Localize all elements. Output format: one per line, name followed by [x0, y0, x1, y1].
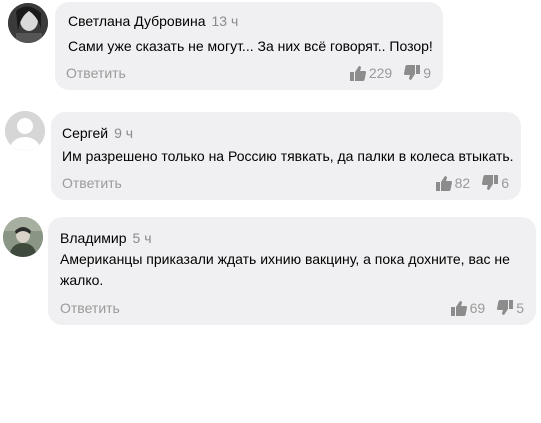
like-count: 82: [454, 175, 471, 191]
avatar[interactable]: [8, 3, 48, 43]
author-name[interactable]: Сергей: [62, 125, 108, 141]
reply-button[interactable]: Ответить: [62, 174, 122, 192]
reply-button[interactable]: Ответить: [66, 64, 126, 82]
comment-text: Им разрешено только на Россию тявкать, д…: [62, 148, 514, 164]
reply-button[interactable]: Ответить: [60, 299, 120, 317]
user-photo-icon: [3, 217, 43, 257]
thumbs-down-icon: [482, 175, 499, 190]
comment-header: Владимир 5 ч: [60, 229, 152, 247]
dislike-count: 5: [516, 300, 524, 316]
comment-time: 9 ч: [114, 125, 134, 141]
thumbs-up-icon: [450, 301, 467, 316]
comment-bubble: Сергей 9 ч Им разрешено только на Россию …: [51, 112, 521, 200]
user-photo-icon: [8, 3, 48, 43]
dislike-button[interactable]: 6: [482, 174, 509, 192]
comment-3: Владимир 5 ч Американцы приказали ждать и…: [0, 214, 541, 329]
comment-header: Сергей 9 ч: [62, 124, 133, 142]
dislike-button[interactable]: 5: [497, 299, 524, 317]
like-button[interactable]: 82: [435, 174, 471, 192]
comment-time: 5 ч: [132, 230, 152, 246]
comment-1: Светлана Дубровина 13 ч Сами уже сказать …: [0, 0, 541, 100]
comment-time: 13 ч: [211, 13, 239, 29]
comment-bubble: Владимир 5 ч Американцы приказали ждать и…: [48, 217, 536, 325]
vote-controls: 229 9: [349, 64, 431, 82]
dislike-button[interactable]: 9: [404, 64, 431, 82]
like-button[interactable]: 69: [450, 299, 486, 317]
comment-header: Светлана Дубровина 13 ч: [68, 12, 238, 30]
comment-text: Сами уже сказать не могут... За них всё …: [68, 38, 433, 54]
thumbs-up-icon: [349, 66, 366, 81]
avatar[interactable]: [5, 111, 45, 151]
like-count: 69: [469, 300, 486, 316]
dislike-count: 9: [423, 65, 431, 81]
thumbs-down-icon: [404, 65, 421, 80]
comment-text: Американцы приказали ждать ихнию вакцину…: [60, 251, 510, 288]
comment-2: Сергей 9 ч Им разрешено только на Россию …: [0, 110, 541, 205]
default-avatar-icon: [5, 111, 45, 151]
like-button[interactable]: 229: [349, 64, 393, 82]
vote-controls: 82 6: [435, 174, 509, 192]
thumbs-down-icon: [497, 300, 514, 315]
author-name[interactable]: Светлана Дубровина: [68, 13, 206, 29]
like-count: 229: [368, 65, 393, 81]
comment-bubble: Светлана Дубровина 13 ч Сами уже сказать …: [55, 2, 443, 90]
dislike-count: 6: [501, 175, 509, 191]
vote-controls: 69 5: [450, 299, 524, 317]
avatar[interactable]: [3, 217, 43, 257]
thumbs-up-icon: [435, 176, 452, 191]
author-name[interactable]: Владимир: [60, 230, 127, 246]
